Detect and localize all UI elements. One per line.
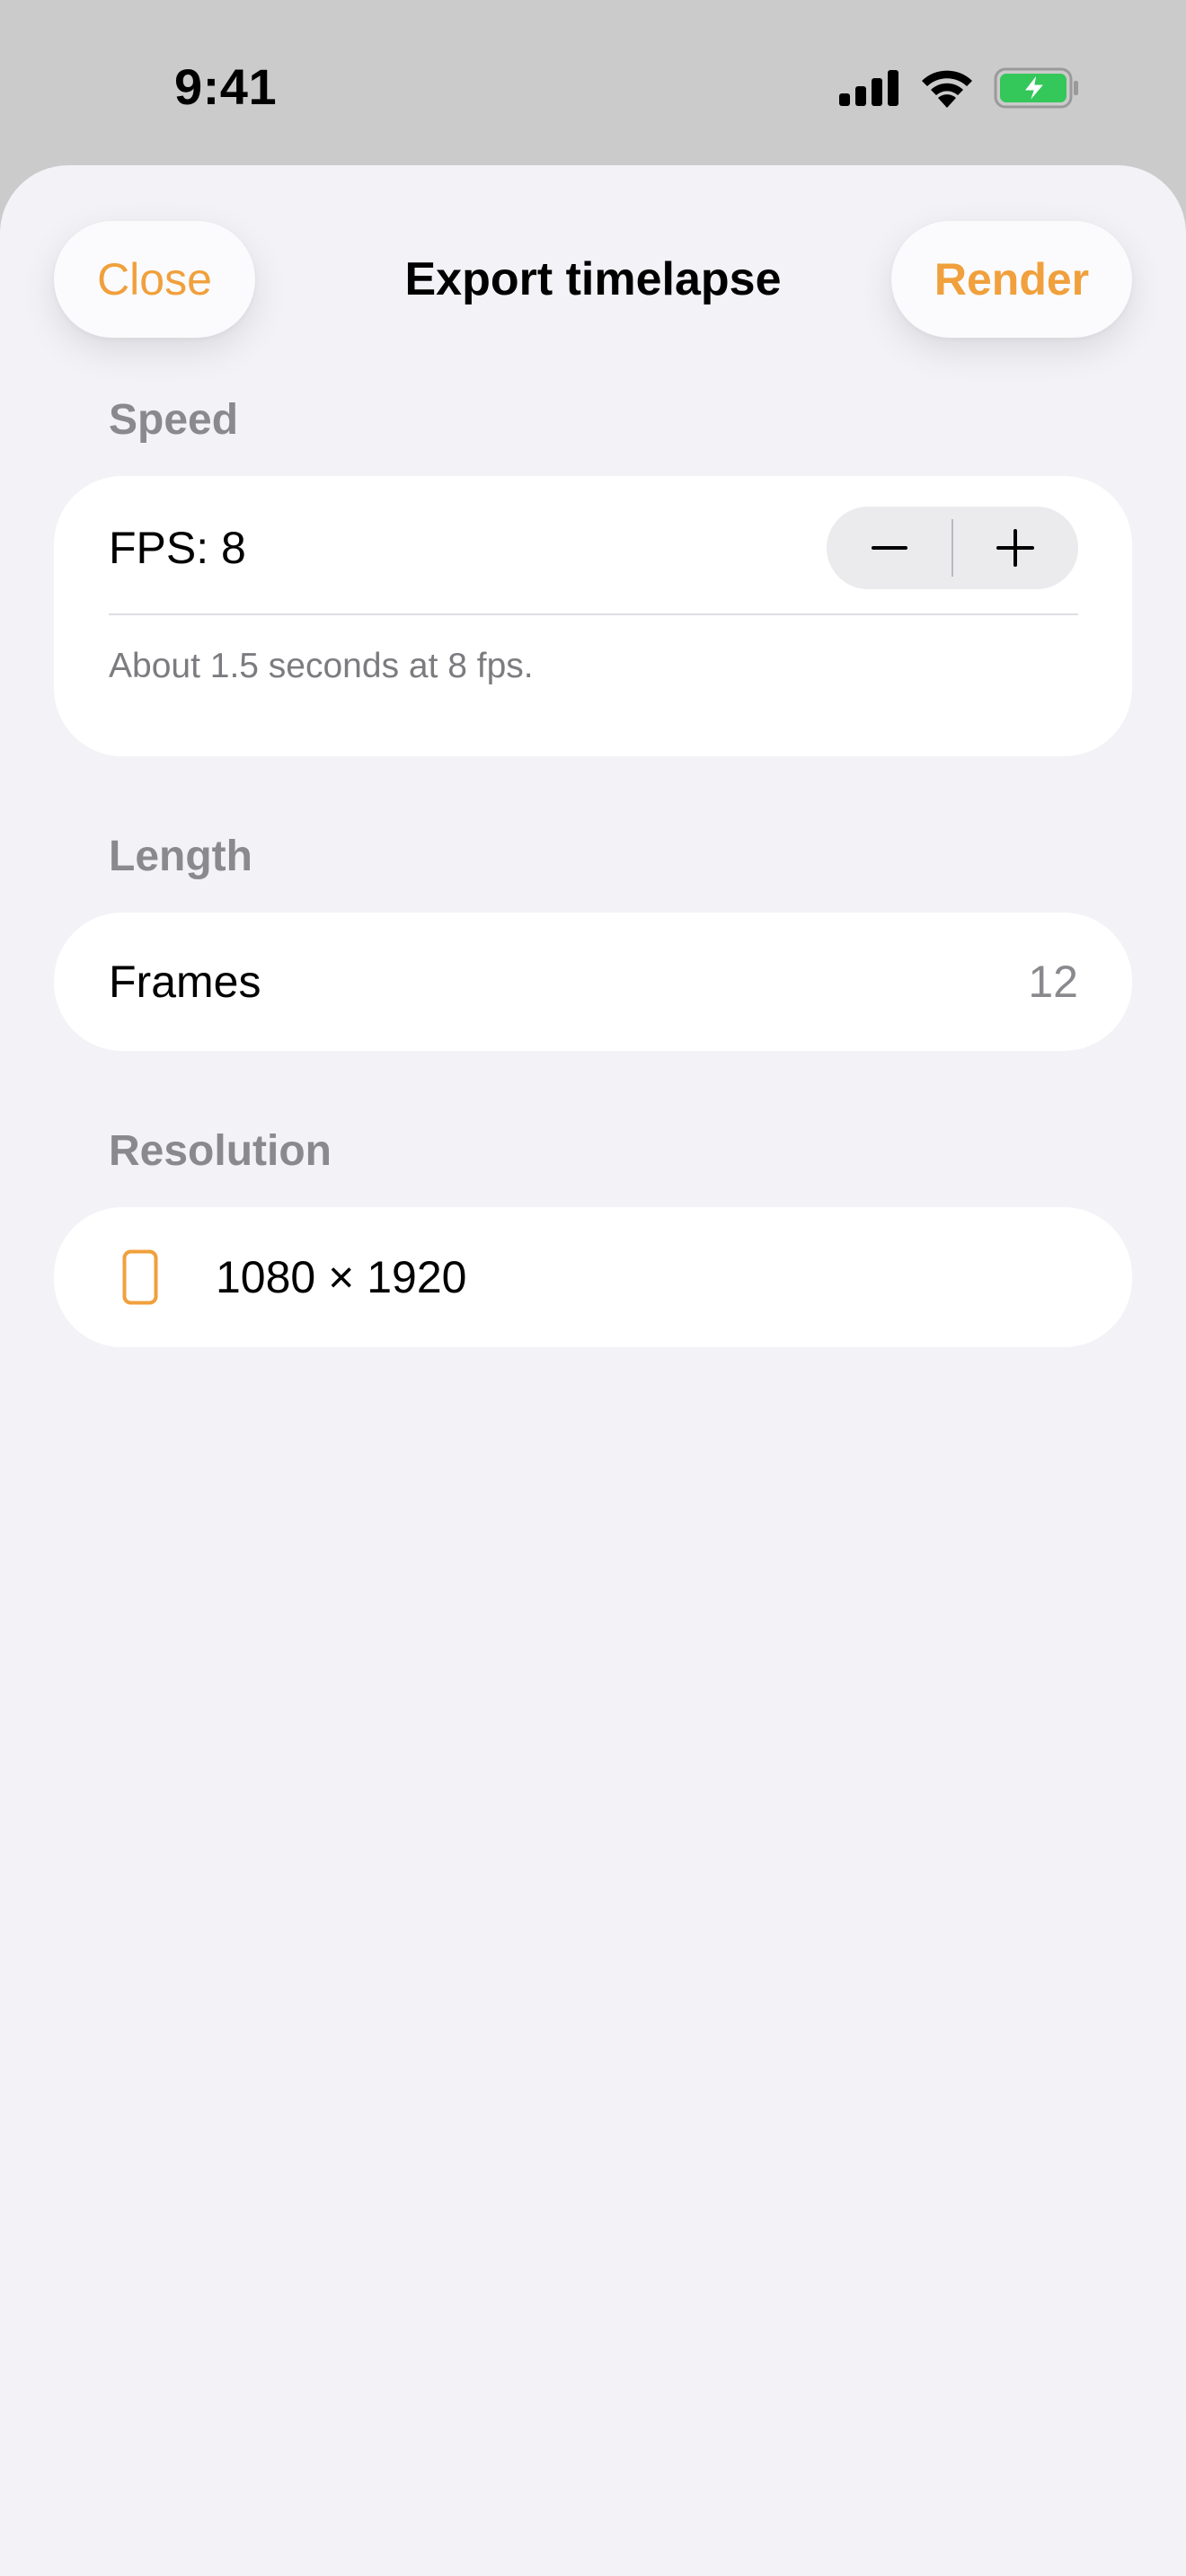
minus-icon — [872, 546, 907, 550]
status-bar: 9:41 — [0, 0, 1186, 167]
frames-label: Frames — [109, 957, 261, 1007]
section-header-speed: Speed — [109, 396, 239, 444]
fps-label: FPS: 8 — [109, 523, 246, 573]
resolution-row[interactable]: 1080 × 1920 — [54, 1207, 1132, 1347]
wifi-icon — [922, 70, 972, 108]
fps-increment-button[interactable] — [952, 507, 1078, 589]
speed-card: FPS: 8 About 1.5 seconds at 8 fps. — [54, 476, 1132, 756]
section-header-length: Length — [109, 833, 252, 880]
cellular-signal-icon — [839, 70, 898, 106]
row-separator — [109, 613, 1078, 615]
speed-footnote: About 1.5 seconds at 8 fps. — [109, 647, 534, 685]
fps-stepper — [827, 507, 1078, 589]
battery-charging-icon — [994, 67, 1078, 109]
render-button[interactable]: Render — [891, 221, 1132, 338]
resolution-value: 1080 × 1920 — [216, 1252, 467, 1302]
status-icons — [839, 65, 1080, 111]
close-button[interactable]: Close — [54, 221, 255, 338]
frames-value: 12 — [1028, 957, 1078, 1007]
plus-icon — [996, 529, 1034, 567]
sheet-title: Export timelapse — [404, 253, 782, 305]
phone-portrait-icon — [122, 1249, 158, 1305]
stepper-divider — [951, 519, 953, 577]
section-header-resolution: Resolution — [109, 1127, 332, 1175]
status-time: 9:41 — [174, 58, 278, 115]
fps-decrement-button[interactable] — [827, 507, 952, 589]
frames-row[interactable]: Frames 12 — [54, 913, 1132, 1051]
export-sheet: Close Export timelapse Render Speed FPS:… — [0, 165, 1186, 2576]
